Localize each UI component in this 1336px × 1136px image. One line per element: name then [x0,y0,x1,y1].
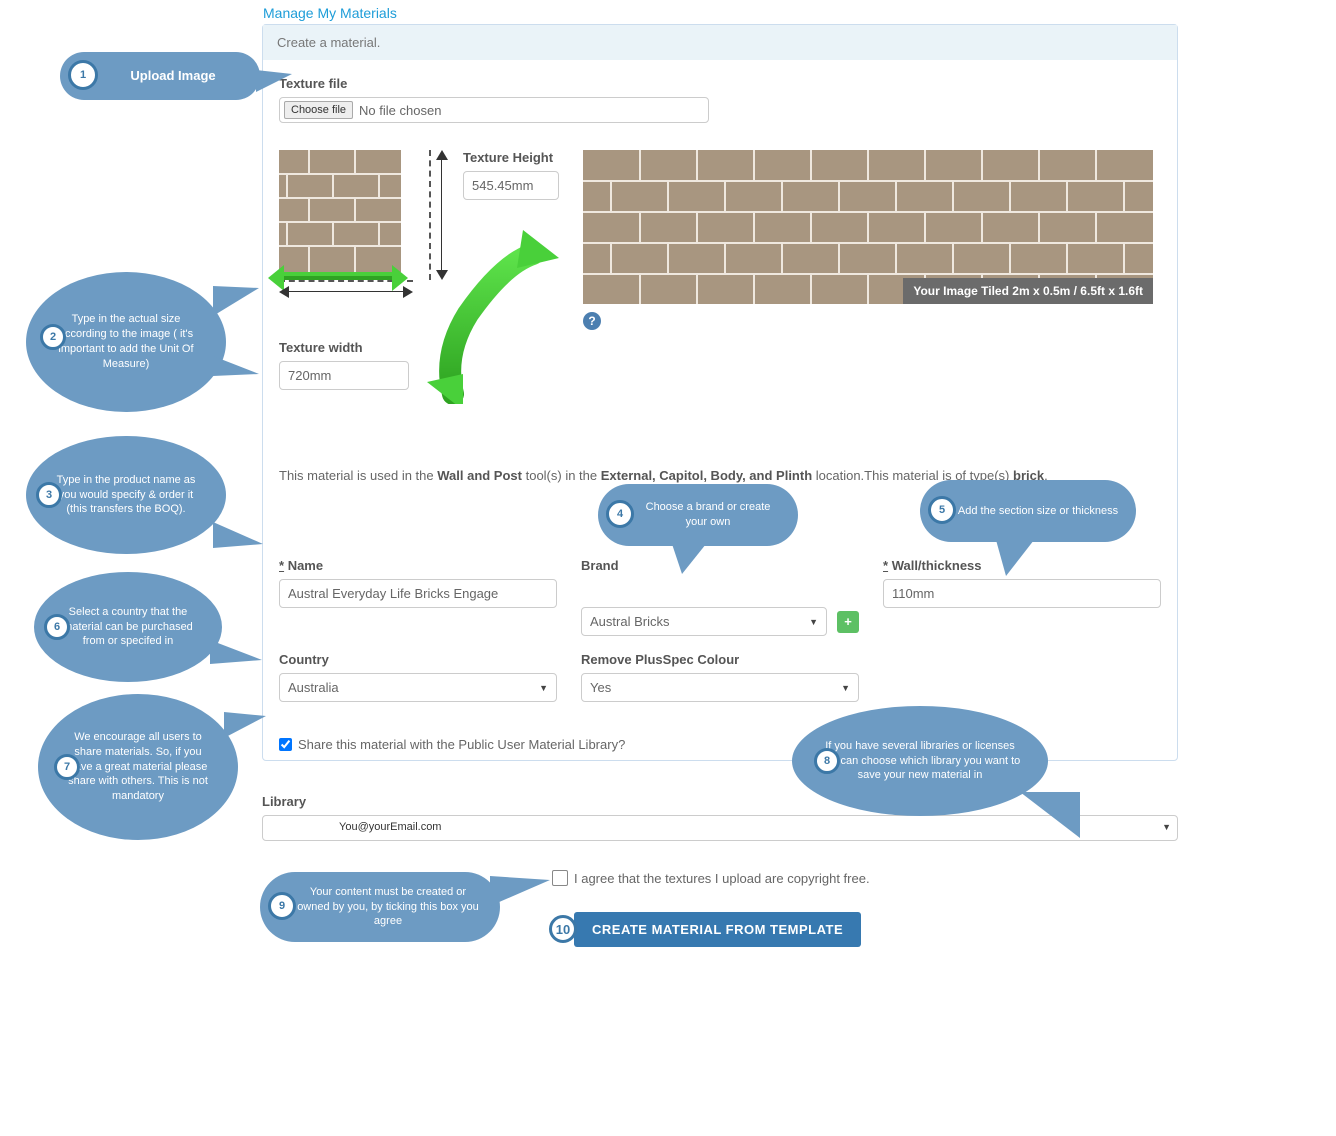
chevron-down-icon: ▼ [1162,822,1171,832]
callout-2-tail-icon [213,286,259,316]
help-icon[interactable]: ? [583,312,601,330]
name-input[interactable] [279,579,557,608]
choose-file-button[interactable]: Choose file [284,101,353,119]
callout-7: 7 We encourage all users to share materi… [38,694,238,840]
callout-10-badge: 10 [549,915,577,943]
no-file-text: No file chosen [359,103,441,118]
chevron-down-icon: ▼ [841,683,850,693]
texture-file-label: Texture file [279,76,1161,91]
green-width-arrow-icon [282,272,394,280]
callout-5: 5 Add the section size or thickness [920,480,1136,542]
callout-3-tail-icon [213,522,263,548]
panel-title: Create a material. [263,25,1177,60]
callout-5-tail-icon [996,540,1034,576]
breadcrumb[interactable]: Manage My Materials [263,5,397,21]
texture-preview: Your Image Tiled 2m x 0.5m / 6.5ft x 1.6… [583,150,1153,330]
callout-1-tail-icon [256,70,292,92]
country-label: Country [279,652,557,667]
callout-9-tail-icon [490,876,550,906]
chevron-down-icon: ▼ [539,683,548,693]
callout-6: 6 Select a country that the material can… [34,572,222,682]
callout-8-tail-icon [1020,792,1080,838]
callout-7-tail-icon [224,712,266,738]
wall-thickness-input[interactable] [883,579,1161,608]
callout-8: 8 If you have several libraries or licen… [792,706,1048,816]
brand-select[interactable]: Austral Bricks▼ [581,607,827,636]
callout-6-tail-icon [210,640,262,664]
country-select[interactable]: Australia▼ [279,673,557,702]
remove-colour-select[interactable]: Yes▼ [581,673,859,702]
callout-9: 9 Your content must be created or owned … [260,872,500,942]
texture-height-label: Texture Height [463,150,559,165]
chevron-down-icon: ▼ [809,617,818,627]
callout-4: 4 Choose a brand or create your own [598,484,798,546]
preview-caption: Your Image Tiled 2m x 0.5m / 6.5ft x 1.6… [903,278,1153,304]
callout-1: 1 Upload Image [60,52,260,100]
texture-thumbnail [279,150,401,272]
remove-colour-label: Remove PlusSpec Colour [581,652,859,667]
share-label: Share this material with the Public User… [298,737,625,752]
h-ruler-arrow-icon [279,284,413,294]
share-checkbox[interactable] [279,738,292,751]
green-curve-arrow-icon [413,224,583,404]
texture-height-input[interactable] [463,171,559,200]
texture-width-input[interactable] [279,361,409,390]
library-value: You@yourEmail.com [339,821,441,833]
texture-width-label: Texture width [279,340,409,355]
agree-checkbox[interactable] [552,870,568,886]
agree-label: I agree that the textures I upload are c… [574,871,870,886]
callout-2: 2 Type in the actual size according to t… [26,272,226,412]
create-material-button[interactable]: CREATE MATERIAL FROM TEMPLATE [574,912,861,947]
create-material-panel: Create a material. Texture file Choose f… [262,24,1178,761]
texture-file-input[interactable]: Choose file No file chosen [279,97,709,123]
add-brand-button[interactable]: + [837,611,859,633]
callout-2-tail2-icon [213,356,259,376]
brand-label: Brand [581,558,859,573]
callout-3: 3 Type in the product name as you would … [26,436,226,554]
callout-4-tail-icon [672,544,706,574]
name-label: * Name [279,558,557,573]
